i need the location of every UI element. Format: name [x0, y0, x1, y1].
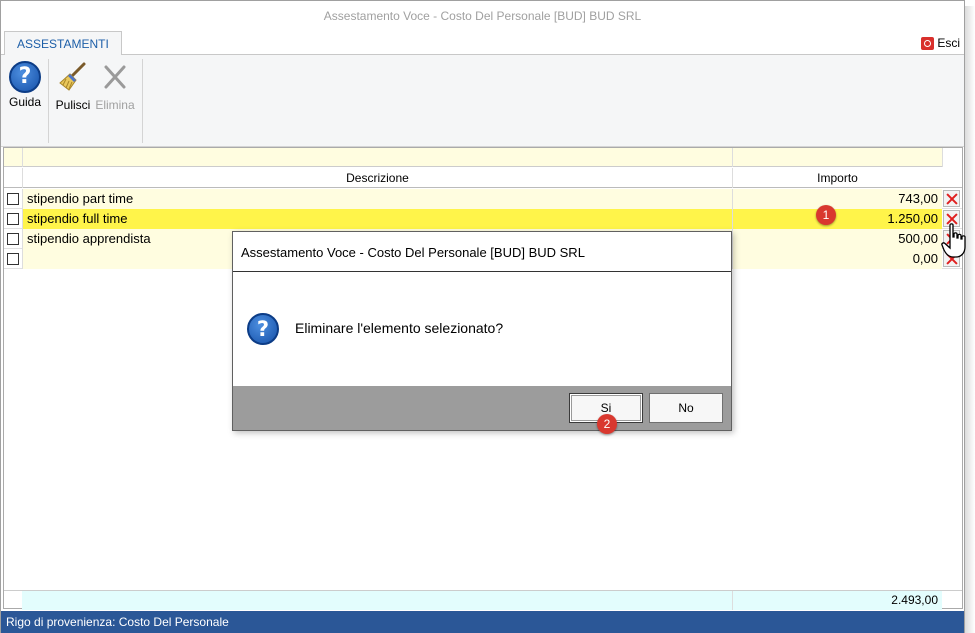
ribbon-separator — [48, 59, 49, 143]
column-header-descrizione[interactable]: Descrizione — [22, 168, 733, 188]
totals-label-cell — [22, 591, 733, 610]
status-bar: Rigo di provenienza: Costo Del Personale — [1, 611, 964, 633]
help-icon: ? — [9, 61, 41, 93]
cell-descrizione[interactable]: stipendio full time — [22, 209, 733, 229]
pulisci-label: Pulisci — [55, 98, 91, 112]
guida-label: Guida — [8, 95, 42, 109]
tab-strip: ASSESTAMENTI Esci — [1, 31, 964, 56]
row-checkbox[interactable] — [7, 193, 19, 205]
guida-button[interactable]: ? Guida — [3, 61, 47, 109]
confirm-dialog: Assestamento Voce - Costo Del Personale … — [232, 231, 732, 431]
cell-importo[interactable]: 743,00 — [733, 189, 942, 209]
total-importo: 2.493,00 — [733, 591, 942, 610]
window-title: Assestamento Voce - Costo Del Personale … — [1, 1, 964, 31]
dialog-button-bar: Si No — [233, 386, 731, 430]
dialog-title: Assestamento Voce - Costo Del Personale … — [233, 232, 731, 272]
hand-cursor-icon — [941, 223, 966, 258]
broom-icon — [59, 62, 86, 91]
cell-importo[interactable]: 500,00 — [733, 229, 942, 249]
filter-cell-blank — [942, 148, 962, 167]
step-badge-1: 1 — [816, 205, 836, 225]
elimina-button[interactable]: Elimina — [93, 61, 137, 112]
totals-row: 2.493,00 — [4, 590, 962, 610]
grid-header: Descrizione Importo — [4, 168, 962, 188]
cell-descrizione[interactable]: stipendio part time — [22, 189, 733, 209]
dialog-body: ? Eliminare l'elemento selezionato? — [233, 273, 731, 386]
table-row[interactable]: stipendio part time 743,00 — [4, 189, 962, 209]
row-checkbox[interactable] — [7, 253, 19, 265]
row-checkbox[interactable] — [7, 233, 19, 245]
question-icon: ? — [247, 313, 279, 345]
filter-row[interactable] — [4, 148, 962, 167]
row-checkbox[interactable] — [7, 213, 19, 225]
dialog-message: Eliminare l'elemento selezionato? — [295, 320, 504, 336]
elimina-label: Elimina — [95, 98, 135, 112]
filter-cell-descrizione[interactable] — [22, 148, 733, 167]
power-icon — [921, 36, 935, 50]
cell-importo[interactable]: 1.250,00 — [733, 209, 942, 229]
ribbon-separator — [142, 59, 143, 143]
esci-label: Esci — [937, 36, 960, 50]
step-badge-2: 2 — [597, 414, 617, 434]
column-header-importo[interactable]: Importo — [733, 168, 942, 188]
tab-assestamenti[interactable]: ASSESTAMENTI — [4, 31, 122, 56]
close-x-icon — [104, 65, 126, 89]
delete-row-icon[interactable] — [943, 190, 960, 207]
cell-importo[interactable]: 0,00 — [733, 249, 942, 269]
window-shadow — [965, 6, 975, 633]
esci-button[interactable]: Esci — [921, 35, 960, 51]
ribbon-toolbar: ? Guida Pulisci Elimina — [1, 55, 964, 147]
no-button[interactable]: No — [649, 393, 723, 423]
pulisci-button[interactable]: Pulisci — [51, 61, 95, 112]
